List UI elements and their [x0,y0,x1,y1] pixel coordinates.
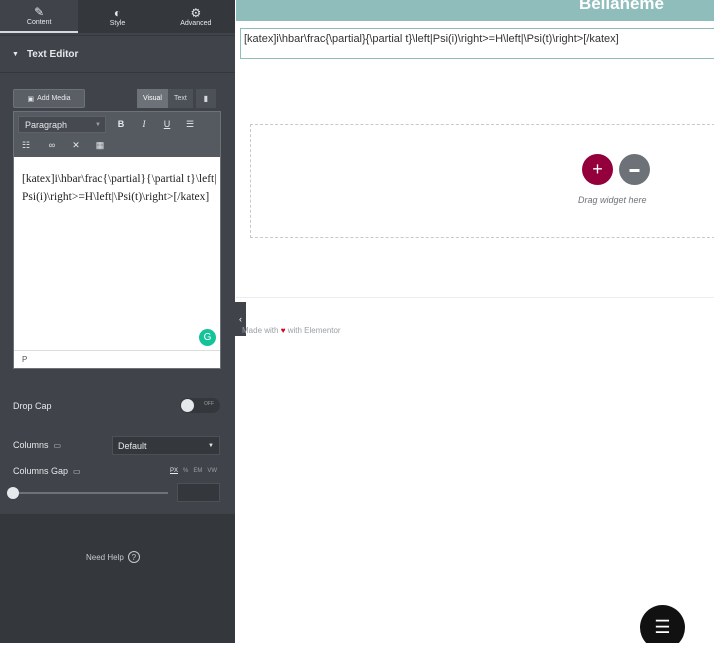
editor-content[interactable]: [katex]i\hbar\frac{\partial}{\partial t}… [22,171,217,206]
chevron-down-icon: ▼ [208,442,214,449]
grammarly-icon[interactable]: G [199,329,216,346]
link-icon[interactable]: ∞ [44,137,60,153]
unit-px[interactable]: PX [170,468,178,474]
site-header: Bellaheme [236,0,714,21]
media-icon: ▣ [27,95,35,103]
toggle-state: OFF [204,401,214,407]
columns-gap-slider[interactable] [13,492,168,494]
unit-vw[interactable]: VW [207,468,217,474]
editor-panel: ✎ Content ◐ Style ⚙ Advanced ▼ Text Edit… [0,0,235,643]
half-circle-icon: ◐ [113,5,122,20]
numbered-list-icon[interactable]: ☷ [18,137,34,153]
tab-style-label: Style [109,19,126,27]
gear-icon: ⚙ [190,5,202,20]
panel-footer-area [0,514,235,643]
folder-icon[interactable]: ▬ [619,154,650,185]
add-media-button[interactable]: ▣ Add Media [13,89,85,108]
section-text-editor[interactable]: ▼ Text Editor [0,35,235,73]
columns-gap-row: Columns Gap ▭ [13,466,81,476]
shortcode-widget[interactable]: [katex]i\hbar\frac{\partial}{\partial t}… [240,28,714,59]
panel-tabs: ✎ Content ◐ Style ⚙ Advanced [0,0,235,33]
toggle-knob [181,399,194,412]
tab-style[interactable]: ◐ Style [78,0,156,33]
unit-percent[interactable]: % [183,468,188,474]
table-icon[interactable]: ▦ [92,137,108,153]
help-icon: ? [127,551,140,563]
editor-mode-tabs: Visual Text ▮ [137,89,216,108]
footer-divider [236,297,714,298]
add-media-label: Add Media [37,95,71,102]
format-select-value: Paragraph [25,119,68,130]
caret-down-icon: ▼ [12,50,19,58]
columns-gap-label: Columns Gap [13,466,69,476]
bullet-list-icon[interactable]: ☰ [182,116,198,132]
columns-label: Columns [13,440,49,450]
tab-content-label: Content [26,18,52,26]
section-title: Text Editor [26,48,79,60]
tab-visual[interactable]: Visual [137,89,168,108]
editor-toolbar: Paragraph ▼ B I U ☰ ☷ ∞ ✕ ▦ [13,111,221,157]
tab-content[interactable]: ✎ Content [0,0,79,33]
footer-suffix: with Elementor [287,326,341,335]
slider-handle[interactable] [7,487,19,499]
site-title[interactable]: Bellaheme [579,0,664,14]
columns-select[interactable]: Default ▼ [112,436,220,455]
tab-advanced[interactable]: ⚙ Advanced [157,0,235,33]
trash-icon[interactable]: ▮ [195,89,216,108]
need-help-link[interactable]: Need Help ? [86,551,140,563]
footer-prefix: Made with [242,326,279,335]
drag-widget-hint: Drag widget here [578,195,647,205]
unit-switcher: PX % EM VW [170,468,217,474]
format-select[interactable]: Paragraph ▼ [18,116,106,133]
fullscreen-icon[interactable]: ✕ [68,137,84,153]
columns-gap-input[interactable] [177,483,220,502]
drop-cap-label: Drop Cap [13,401,52,411]
desktop-icon[interactable]: ▭ [73,467,81,476]
columns-row: Columns ▭ [13,440,61,450]
footer-credit: Made with ♥ with Elementor [242,326,341,335]
element-path: P [14,350,220,368]
bottom-strip [0,643,714,662]
tab-advanced-label: Advanced [180,19,212,27]
bold-icon[interactable]: B [113,116,129,132]
underline-icon[interactable]: U [159,116,175,132]
add-section-button[interactable]: + [582,154,613,185]
pencil-icon: ✎ [34,4,45,19]
unit-em[interactable]: EM [193,468,202,474]
need-help-label: Need Help [86,552,124,562]
drop-cap-toggle[interactable]: OFF [180,398,220,413]
tab-text[interactable]: Text [167,89,193,108]
heart-icon: ♥ [280,326,286,335]
editor-content-area[interactable]: [katex]i\hbar\frac{\partial}{\partial t}… [13,157,221,369]
columns-select-value: Default [118,440,147,451]
desktop-icon[interactable]: ▭ [54,441,62,450]
italic-icon[interactable]: I [136,116,152,132]
chevron-down-icon: ▼ [95,121,101,128]
